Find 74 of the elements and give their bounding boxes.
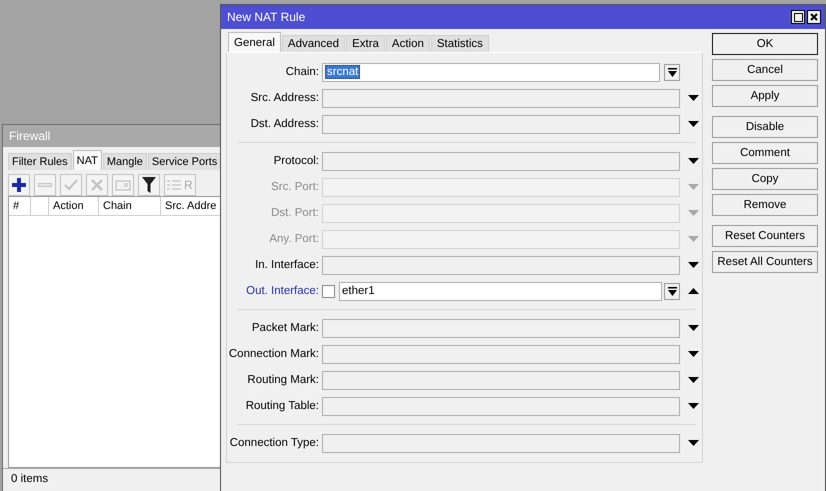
combo-field[interactable] (322, 344, 680, 364)
dropdown-button[interactable] (664, 282, 680, 300)
negate-checkbox[interactable] (322, 284, 335, 298)
tab[interactable]: Service Ports (148, 153, 222, 170)
dialog-button[interactable]: Comment (712, 142, 818, 164)
field-label: Out. Interface: (245, 285, 319, 297)
down-arrow-icon[interactable] (688, 262, 698, 268)
dialog-button[interactable]: OK (712, 33, 818, 55)
field-label: Dst. Port: (270, 207, 319, 219)
field-label: In. Interface: (254, 259, 319, 271)
tab[interactable]: Mangle (102, 153, 147, 170)
dropdown-icon (668, 68, 676, 76)
window-title: New NAT Rule (227, 10, 306, 24)
note-icon (115, 179, 131, 191)
down-arrow-icon[interactable] (688, 403, 698, 409)
tab[interactable]: Action (386, 35, 430, 52)
column-header[interactable]: Chain (99, 197, 161, 215)
up-arrow-icon[interactable] (688, 288, 698, 294)
tab[interactable]: Statistics (430, 35, 489, 52)
window-title: Firewall (9, 129, 50, 143)
field-label: Connection Type: (228, 437, 319, 449)
status-text: 0 items (11, 473, 48, 485)
field-label: Chain: (284, 66, 319, 78)
down-arrow-icon[interactable] (688, 158, 698, 164)
field-label: Packet Mark: (250, 322, 319, 334)
dialog-button[interactable]: Remove (712, 194, 818, 216)
down-arrow-icon[interactable] (688, 95, 698, 101)
dropdown-icon (668, 286, 676, 296)
add-button[interactable] (8, 174, 30, 196)
dialog-button[interactable]: Reset Counters (712, 225, 818, 247)
field-label: Routing Table: (244, 400, 319, 412)
filter-button[interactable] (138, 174, 160, 196)
combo-field[interactable] (322, 152, 680, 170)
chain-field[interactable]: srcnat (322, 62, 660, 82)
field-label: Src. Address: (250, 92, 319, 104)
plus-icon (12, 178, 26, 192)
field-label: Protocol: (272, 155, 319, 167)
field-label: Connection Mark: (228, 348, 319, 360)
down-arrow-icon[interactable] (688, 325, 698, 331)
down-arrow-icon[interactable] (688, 351, 698, 357)
combo-field[interactable] (322, 318, 680, 338)
down-arrow-icon[interactable] (688, 440, 698, 446)
column-header[interactable]: Action (49, 197, 99, 215)
tab[interactable]: Advanced (282, 35, 346, 52)
combo-field[interactable] (322, 370, 680, 390)
dropdown-button[interactable] (664, 64, 680, 80)
dialog-button[interactable]: Cancel (712, 59, 818, 81)
cross-icon (90, 178, 104, 192)
check-icon (64, 178, 78, 192)
maximize-button[interactable] (791, 10, 805, 24)
combo-field[interactable] (322, 114, 680, 134)
column-header[interactable]: # (9, 197, 31, 215)
down-arrow-icon[interactable] (688, 121, 698, 127)
interface-field[interactable]: ether1 (339, 282, 662, 300)
field-label: Src. Port: (270, 181, 319, 193)
field-label: Dst. Address: (250, 118, 319, 130)
dialog-button[interactable]: Reset All Counters (712, 251, 818, 273)
field-label: Any. Port: (268, 233, 319, 245)
close-button[interactable] (807, 10, 821, 24)
tab[interactable]: Extra (346, 35, 385, 52)
dialog-button[interactable]: Copy (712, 168, 818, 190)
tab[interactable]: Filter Rules (8, 153, 72, 170)
dialog-button[interactable]: Apply (712, 85, 818, 107)
combo-field[interactable] (322, 396, 680, 416)
funnel-icon (142, 177, 156, 193)
combo-field[interactable] (322, 256, 680, 274)
down-arrow-icon[interactable] (688, 377, 698, 383)
list-icon (167, 179, 181, 191)
combo-field[interactable] (322, 88, 680, 108)
field-label: Routing Mark: (246, 374, 319, 386)
dialog-button[interactable]: Disable (712, 116, 818, 138)
combo-field[interactable] (322, 434, 680, 452)
tab[interactable]: NAT (72, 150, 102, 170)
tab[interactable]: General (228, 32, 281, 52)
